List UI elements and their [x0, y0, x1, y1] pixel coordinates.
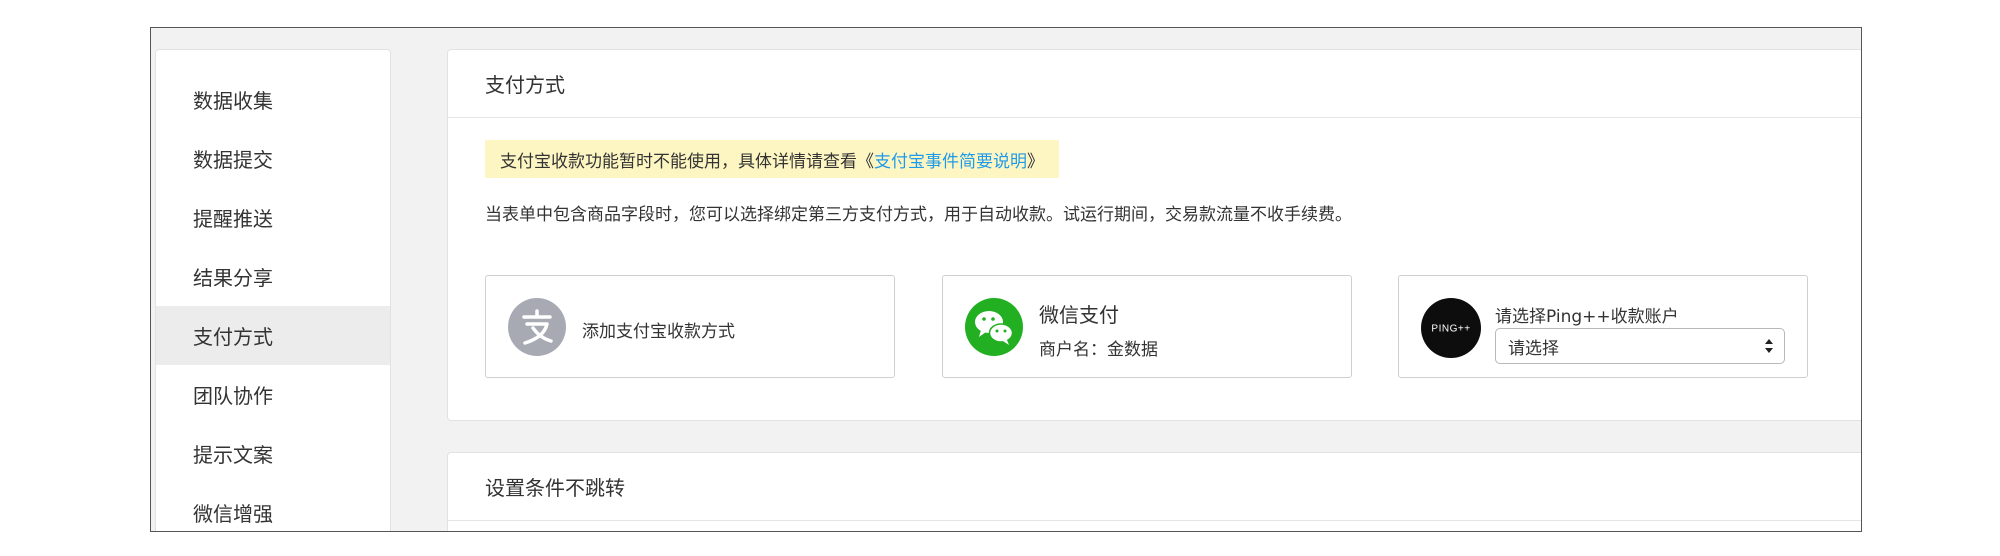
sidebar-item-team[interactable]: 团队协作 — [156, 365, 390, 424]
pingpp-account-select[interactable]: 请选择 — [1495, 328, 1785, 364]
condition-title: 设置条件不跳转 — [485, 476, 625, 500]
payment-panel-title: 支付方式 — [448, 50, 1861, 118]
alipay-icon — [508, 298, 566, 356]
notice-text: 支付宝收款功能暂时不能使用，具体详情请查看《 — [500, 151, 874, 172]
sidebar-item-result-share[interactable]: 结果分享 — [156, 247, 390, 306]
alipay-notice-banner: 支付宝收款功能暂时不能使用，具体详情请查看《 支付宝事件简要说明 》 — [485, 140, 1059, 178]
sidebar-item-reminder-push[interactable]: 提醒推送 — [156, 188, 390, 247]
wechat-icon — [965, 298, 1023, 356]
pingpp-card: PING++ 请选择Ping++收款账户 请选择 — [1398, 275, 1808, 378]
condition-panel: 设置条件不跳转 — [447, 452, 1861, 531]
condition-panel-title: 设置条件不跳转 — [448, 453, 1861, 521]
wechat-pay-title: 微信支付 — [1039, 303, 1119, 327]
add-alipay-card[interactable]: 添加支付宝收款方式 — [485, 275, 895, 378]
pingpp-account-label: 请选择Ping++收款账户 — [1495, 307, 1679, 327]
pingpp-select-value: 请选择 — [1508, 338, 1559, 359]
payment-panel: 支付方式 支付宝收款功能暂时不能使用，具体详情请查看《 支付宝事件简要说明 》 当… — [447, 49, 1861, 421]
sidebar-item-prompt-text[interactable]: 提示文案 — [156, 424, 390, 483]
pingpp-logo-icon: PING++ — [1421, 298, 1481, 358]
notice-suffix: 》 — [1027, 151, 1044, 172]
select-arrows-icon — [1765, 339, 1773, 353]
add-alipay-label: 添加支付宝收款方式 — [582, 322, 735, 342]
settings-sidebar: 数据收集 数据提交 提醒推送 结果分享 支付方式 团队协作 提示文案 微信增强 — [155, 49, 391, 531]
app-frame: 数据收集 数据提交 提醒推送 结果分享 支付方式 团队协作 提示文案 微信增强 … — [150, 27, 1862, 532]
wechat-pay-card[interactable]: 微信支付 商户名：金数据 — [942, 275, 1352, 378]
wechat-merchant-name: 商户名：金数据 — [1039, 340, 1158, 360]
sidebar-item-data-submit[interactable]: 数据提交 — [156, 129, 390, 188]
sidebar-item-wechat-enhance[interactable]: 微信增强 — [156, 483, 390, 531]
sidebar-item-data-collection[interactable]: 数据收集 — [156, 70, 390, 129]
svg-text:PING++: PING++ — [1431, 324, 1470, 335]
sidebar-item-payment[interactable]: 支付方式 — [156, 306, 390, 365]
alipay-event-link[interactable]: 支付宝事件简要说明 — [874, 147, 1027, 172]
payment-description: 当表单中包含商品字段时，您可以选择绑定第三方支付方式，用于自动收款。试运行期间，… — [485, 205, 1352, 225]
